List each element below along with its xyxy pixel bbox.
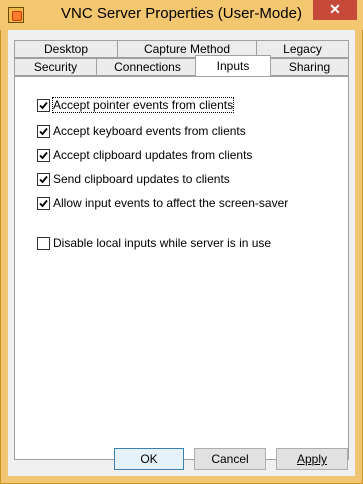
window-title: VNC Server Properties (User-Mode): [61, 5, 302, 22]
accept-clipboard-checkbox[interactable]: [37, 149, 50, 162]
vnc-properties-window: VNC Server Properties (User-Mode) ✕ Desk…: [0, 0, 363, 484]
tab-security[interactable]: Security: [14, 58, 97, 76]
accept-pointer-checkbox[interactable]: [37, 99, 50, 112]
send-clipboard-checkbox[interactable]: [37, 173, 50, 186]
accept-pointer-label[interactable]: Accept pointer events from clients: [51, 97, 235, 113]
disable-local-inputs-checkbox[interactable]: [37, 237, 50, 250]
tab-connections[interactable]: Connections: [96, 58, 199, 76]
close-button[interactable]: ✕: [313, 0, 357, 20]
checkmark-icon: [39, 151, 48, 160]
ok-button[interactable]: OK: [114, 448, 184, 470]
checkmark-icon: [39, 127, 48, 136]
checkmark-icon: [39, 199, 48, 208]
inputs-tab-panel: Accept pointer events from clients Accep…: [14, 76, 349, 460]
tab-sharing[interactable]: Sharing: [270, 58, 349, 76]
send-clipboard-label[interactable]: Send clipboard updates to clients: [53, 172, 230, 186]
apply-button-label: Apply: [296, 452, 328, 466]
apply-button[interactable]: Apply: [276, 448, 348, 470]
accept-clipboard-label[interactable]: Accept clipboard updates from clients: [53, 148, 252, 162]
tab-inputs[interactable]: Inputs: [195, 55, 271, 76]
checkmark-icon: [39, 175, 48, 184]
accept-keyboard-checkbox[interactable]: [37, 125, 50, 138]
screen-saver-label[interactable]: Allow input events to affect the screen-…: [53, 196, 288, 210]
tab-desktop[interactable]: Desktop: [14, 40, 118, 58]
dialog-client-area: Desktop Capture Method Legacy Security C…: [8, 30, 355, 476]
screen-saver-checkbox[interactable]: [37, 197, 50, 210]
checkmark-icon: [39, 101, 48, 110]
cancel-button[interactable]: Cancel: [194, 448, 266, 470]
disable-local-inputs-label[interactable]: Disable local inputs while server is in …: [53, 236, 271, 250]
accept-keyboard-label[interactable]: Accept keyboard events from clients: [53, 124, 246, 138]
title-bar[interactable]: VNC Server Properties (User-Mode) ✕: [0, 0, 363, 30]
